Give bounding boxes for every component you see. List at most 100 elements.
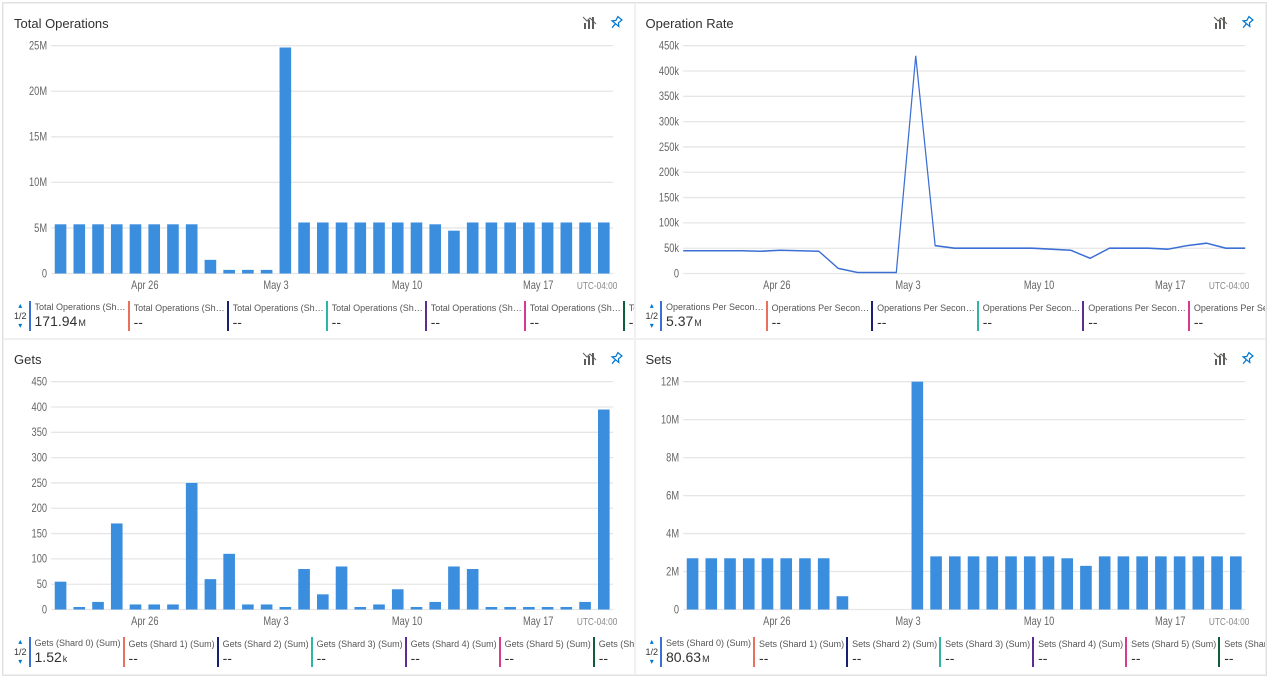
chevron-down-icon[interactable]: ▾ — [18, 658, 22, 666]
svg-text:May 10: May 10 — [392, 616, 423, 628]
svg-text:0: 0 — [42, 269, 47, 281]
pin-icon[interactable] — [604, 348, 627, 371]
legend-row: ▴1/2▾Sets (Shard 0) (Sum)80.63MSets (Sha… — [646, 634, 1256, 670]
svg-text:2M: 2M — [666, 567, 679, 579]
legend-label: Gets (Shard 1) (Sum) — [129, 638, 215, 650]
legend-value: -- — [505, 650, 591, 666]
svg-text:May 17: May 17 — [523, 616, 554, 628]
legend-value: 171.94M — [35, 313, 126, 331]
legend-pager[interactable]: ▴1/2▾ — [14, 638, 27, 666]
legend-swatch — [1188, 301, 1190, 331]
legend-swatch — [623, 301, 625, 331]
legend-item[interactable]: Operations Per Secon…-- — [764, 301, 870, 331]
legend-item[interactable]: Total Operations (Sh…-- — [522, 301, 621, 331]
legend-item[interactable]: Operations Per Secon…-- — [869, 301, 975, 331]
svg-text:150k: 150k — [658, 193, 679, 205]
legend-item[interactable]: Operations Per Secon…-- — [975, 301, 1081, 331]
legend-item[interactable]: Total Operations (Sh…-- — [423, 301, 522, 331]
legend-value: -- — [599, 650, 635, 666]
svg-text:UTC-04:00: UTC-04:00 — [1208, 616, 1248, 627]
legend-item[interactable]: Total Operations (Sh…-- — [324, 301, 423, 331]
legend-item[interactable]: Total Operations (Sh…-- — [126, 301, 225, 331]
legend-item[interactable]: Sets (Shard 6) (Sum)-- — [1216, 637, 1266, 667]
metrics-icon[interactable] — [582, 15, 598, 31]
svg-text:8M: 8M — [666, 453, 679, 465]
legend-item[interactable]: Sets (Shard 3) (Sum)-- — [937, 637, 1030, 667]
legend-label: Sets (Shard 0) (Sum) — [666, 637, 751, 649]
svg-text:Apr 26: Apr 26 — [763, 280, 791, 292]
legend-item[interactable]: Gets (Shard 0) (Sum)1.52k — [27, 637, 121, 667]
chevron-down-icon[interactable]: ▾ — [650, 322, 654, 330]
legend-swatch — [766, 301, 768, 331]
legend-item[interactable]: Operations Per Secon…-- — [1080, 301, 1186, 331]
legend-pager[interactable]: ▴1/2▾ — [646, 638, 659, 666]
svg-text:15M: 15M — [29, 132, 47, 144]
tile-actions — [1213, 351, 1255, 367]
legend-pager[interactable]: ▴1/2▾ — [14, 302, 27, 330]
legend-pager[interactable]: ▴1/2▾ — [646, 302, 659, 330]
legend-item[interactable]: Sets (Shard 4) (Sum)-- — [1030, 637, 1123, 667]
legend-label: Gets (Shard 6) (Sum) — [599, 638, 635, 650]
legend-item[interactable]: Sets (Shard 5) (Sum)-- — [1123, 637, 1216, 667]
legend-item[interactable]: Sets (Shard 0) (Sum)80.63M — [658, 637, 751, 667]
svg-text:50k: 50k — [664, 243, 680, 255]
svg-text:350k: 350k — [658, 91, 679, 103]
dashboard-grid: Total Operations05M10M15M20M25MApr 26May… — [2, 2, 1267, 676]
chart-area[interactable]: 02M4M6M8M10M12MApr 26May 3May 10May 17UT… — [646, 374, 1256, 630]
legend-value: -- — [134, 314, 225, 330]
svg-text:300: 300 — [32, 453, 48, 465]
svg-text:50: 50 — [37, 579, 47, 591]
svg-text:12M: 12M — [660, 377, 678, 389]
metrics-icon[interactable] — [1213, 15, 1229, 31]
chart-area[interactable]: 050100150200250300350400450Apr 26May 3Ma… — [14, 374, 624, 630]
chevron-down-icon[interactable]: ▾ — [650, 658, 654, 666]
legend-swatch — [939, 637, 941, 667]
legend-item[interactable]: Operations Per Secon…5.37M — [658, 301, 764, 331]
legend-item[interactable]: Total Operations (Sh…-- — [225, 301, 324, 331]
legend-swatch — [326, 301, 328, 331]
legend-item[interactable]: Total Operations (Sh…171.94M — [27, 301, 126, 331]
pager-fraction: 1/2 — [14, 311, 27, 321]
legend-item[interactable]: Gets (Shard 5) (Sum)-- — [497, 637, 591, 667]
legend-label: Total Operations (Sh… — [35, 301, 126, 313]
svg-text:5M: 5M — [34, 223, 47, 235]
legend-item[interactable]: Gets (Shard 3) (Sum)-- — [309, 637, 403, 667]
legend-item[interactable]: Gets (Shard 4) (Sum)-- — [403, 637, 497, 667]
chart-area[interactable]: 050k100k150k200k250k300k350k400k450kApr … — [646, 38, 1256, 294]
legend-value: -- — [1224, 650, 1266, 666]
svg-text:Apr 26: Apr 26 — [131, 616, 159, 628]
legend-row: ▴1/2▾Gets (Shard 0) (Sum)1.52kGets (Shar… — [14, 634, 624, 670]
svg-text:450k: 450k — [658, 41, 679, 53]
pin-icon[interactable] — [1236, 348, 1259, 371]
metrics-icon[interactable] — [582, 351, 598, 367]
chart-area[interactable]: 05M10M15M20M25MApr 26May 3May 10May 17UT… — [14, 38, 624, 294]
legend-label: Total Operations (Sh… — [134, 302, 225, 314]
svg-text:400k: 400k — [658, 66, 679, 78]
tile-actions — [582, 351, 624, 367]
chevron-up-icon[interactable]: ▴ — [18, 302, 22, 310]
tile-sets: Sets02M4M6M8M10M12MApr 26May 3May 10May … — [635, 339, 1267, 675]
legend-label: Operations Per Secon… — [666, 301, 764, 313]
pin-icon[interactable] — [604, 12, 627, 35]
legend-item[interactable]: Sets (Shard 2) (Sum)-- — [844, 637, 937, 667]
chevron-up-icon[interactable]: ▴ — [650, 302, 654, 310]
legend-item[interactable]: Sets (Shard 1) (Sum)-- — [751, 637, 844, 667]
legend-item[interactable]: Total Operations (Sh…-- — [621, 301, 635, 331]
legend-swatch — [29, 301, 31, 331]
legend-item[interactable]: Gets (Shard 6) (Sum)-- — [591, 637, 635, 667]
tile-title: Total Operations — [14, 16, 582, 31]
legend-item[interactable]: Operations Per Secon…-- — [1186, 301, 1266, 331]
legend-item[interactable]: Gets (Shard 2) (Sum)-- — [215, 637, 309, 667]
legend-label: Total Operations (Sh… — [233, 302, 324, 314]
chevron-down-icon[interactable]: ▾ — [18, 322, 22, 330]
legend-item[interactable]: Gets (Shard 1) (Sum)-- — [121, 637, 215, 667]
legend-swatch — [405, 637, 407, 667]
chevron-up-icon[interactable]: ▴ — [650, 638, 654, 646]
metrics-icon[interactable] — [1213, 351, 1229, 367]
legend-value: -- — [530, 314, 621, 330]
svg-text:250k: 250k — [658, 142, 679, 154]
svg-text:UTC-04:00: UTC-04:00 — [577, 280, 617, 291]
legend-label: Operations Per Secon… — [983, 302, 1081, 314]
pin-icon[interactable] — [1236, 12, 1259, 35]
chevron-up-icon[interactable]: ▴ — [18, 638, 22, 646]
